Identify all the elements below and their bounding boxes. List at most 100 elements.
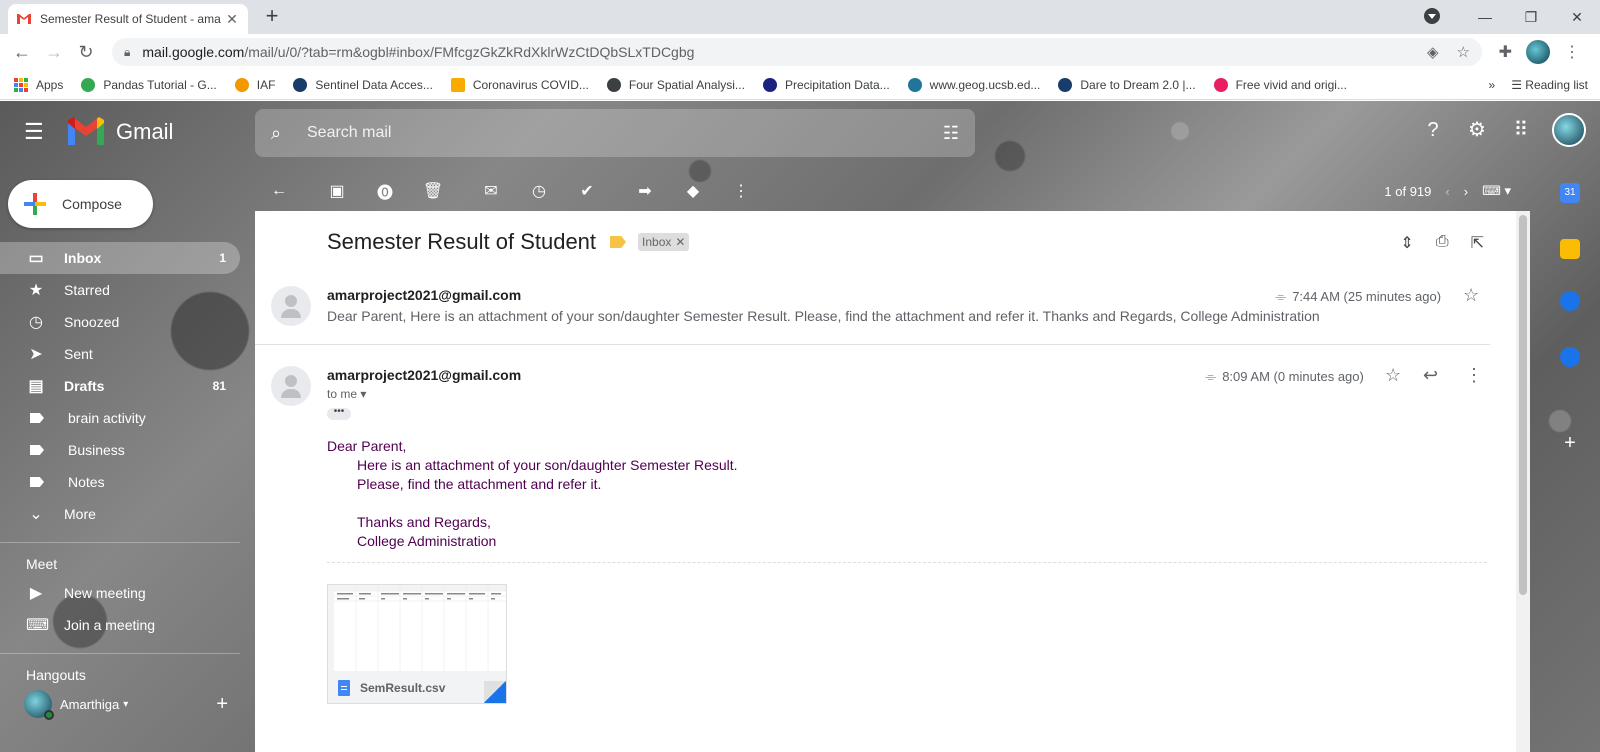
- new-meeting-link[interactable]: ▶ New meeting: [0, 577, 240, 609]
- bookmark-favicon-icon: [234, 77, 249, 92]
- attachment-card[interactable]: SemResult.csv: [327, 584, 507, 704]
- settings-gear-icon[interactable]: ⚙: [1464, 117, 1490, 143]
- minimize-button[interactable]: —: [1462, 9, 1508, 25]
- open-new-window-icon[interactable]: ⇱: [1471, 233, 1484, 253]
- browser-menu-icon[interactable]: ⋮: [1564, 42, 1580, 62]
- star-icon[interactable]: ☆: [1385, 365, 1401, 386]
- extensions-icon[interactable]: ✚: [1499, 42, 1512, 62]
- browser-tab[interactable]: Semester Result of Student - ama ✕: [8, 4, 248, 34]
- print-icon[interactable]: ⎙: [1436, 233, 1449, 253]
- back-icon[interactable]: ←: [10, 40, 34, 64]
- address-bar[interactable]: 🔒︎ mail.google.com/mail/u/0/?tab=rm&ogbl…: [112, 38, 1482, 66]
- show-trimmed-content-button[interactable]: •••: [327, 407, 351, 420]
- close-window-button[interactable]: ✕: [1554, 9, 1600, 26]
- reload-icon[interactable]: ↻: [74, 40, 98, 64]
- cv-icon: [1213, 77, 1228, 92]
- get-addons-icon[interactable]: +: [1560, 433, 1580, 453]
- profile-avatar[interactable]: [1526, 40, 1550, 64]
- back-to-inbox-icon[interactable]: ←: [255, 175, 303, 207]
- keep-icon[interactable]: [1560, 239, 1580, 259]
- bookmark-spatial[interactable]: Four Spatial Analysi...: [606, 77, 745, 92]
- join-meeting-link[interactable]: ⌨ Join a meeting: [0, 609, 240, 641]
- mark-unread-icon[interactable]: ✉: [467, 175, 515, 207]
- google-apps-icon[interactable]: ⠿: [1508, 117, 1534, 143]
- sidebar-item-sent[interactable]: ➤ Sent: [0, 338, 240, 370]
- add-task-icon[interactable]: ✔: [563, 175, 611, 207]
- sidebar-item-more[interactable]: ⌄ More: [0, 498, 240, 530]
- reply-icon[interactable]: ↩: [1423, 365, 1438, 386]
- calendar-icon[interactable]: 31: [1560, 183, 1580, 203]
- tasks-icon[interactable]: [1560, 291, 1580, 311]
- message-panel: Semester Result of Student Inbox ✕ ⇕ ⎙ ⇱ …: [255, 211, 1530, 752]
- sidebar-item-snoozed[interactable]: ◷ Snoozed: [0, 306, 240, 338]
- labels-icon[interactable]: ◆: [669, 175, 717, 207]
- compose-button[interactable]: Compose: [8, 180, 153, 228]
- more-options-icon[interactable]: ⋮: [717, 175, 765, 207]
- bookmark-star-icon[interactable]: ☆: [1457, 43, 1470, 61]
- bookmark-pandas[interactable]: Pandas Tutorial - G...: [81, 77, 217, 92]
- new-tab-button[interactable]: +: [260, 5, 284, 29]
- report-spam-icon[interactable]: ⓿: [361, 175, 409, 207]
- sidebar-item-label: Business: [68, 442, 125, 458]
- panel-scrollbar[interactable]: [1516, 211, 1530, 752]
- chevron-down-icon: ⌄: [29, 506, 43, 523]
- move-to-icon[interactable]: ➡: [621, 175, 669, 207]
- search-icon[interactable]: ⌕: [271, 123, 299, 144]
- reading-list[interactable]: ☰ Reading list: [1511, 78, 1588, 92]
- bookmark-free-vivid[interactable]: Free vivid and origi...: [1213, 77, 1347, 92]
- hangouts-user[interactable]: Amarthiga ▾ +: [0, 688, 240, 720]
- more-vert-icon[interactable]: ⋮: [1465, 365, 1483, 386]
- search-input[interactable]: [299, 124, 943, 142]
- bookmark-precipitation[interactable]: Precipitation Data...: [762, 77, 890, 92]
- sidebar-item-label: More: [64, 506, 96, 522]
- profile-menu-icon[interactable]: [1416, 7, 1462, 27]
- delete-icon[interactable]: 🗑︎: [409, 175, 457, 207]
- caret-down-icon[interactable]: ▾: [123, 699, 128, 710]
- input-tools-icon[interactable]: ⌨ ▾: [1482, 183, 1511, 199]
- contacts-icon[interactable]: [1560, 347, 1580, 367]
- add-chat-icon[interactable]: +: [216, 693, 228, 716]
- snooze-icon[interactable]: ◷: [515, 175, 563, 207]
- search-options-icon[interactable]: ☷: [943, 123, 959, 144]
- eye-icon[interactable]: ◈: [1427, 43, 1439, 61]
- forward-icon[interactable]: →: [42, 40, 66, 64]
- sender-email[interactable]: amarproject2021@gmail.com: [327, 367, 521, 383]
- main-menu-icon[interactable]: ☰: [24, 121, 48, 145]
- sidebar-item-notes[interactable]: Notes: [0, 466, 240, 498]
- remove-label-icon[interactable]: ✕: [675, 235, 685, 249]
- url-text: mail.google.com/mail/u/0/?tab=rm&ogbl#in…: [142, 44, 695, 60]
- sender-avatar: [271, 366, 311, 406]
- account-avatar[interactable]: [1552, 113, 1586, 147]
- help-icon[interactable]: ?: [1420, 117, 1446, 143]
- scrollbar-thumb[interactable]: [1519, 215, 1527, 595]
- sidebar-item-inbox[interactable]: ▭ Inbox 1: [0, 242, 240, 274]
- sidebar-item-drafts[interactable]: ▤ Drafts 81: [0, 370, 240, 402]
- recipients-toggle[interactable]: to me ▾: [327, 387, 366, 401]
- sidebar-item-business[interactable]: Business: [0, 434, 240, 466]
- lock-icon[interactable]: 🔒︎: [124, 45, 130, 60]
- expand-all-icon[interactable]: ⇕: [1400, 233, 1413, 253]
- gmail-logo[interactable]: Gmail: [66, 117, 173, 147]
- inbox-label-chip[interactable]: Inbox ✕: [638, 233, 690, 251]
- bookmark-iaf[interactable]: IAF: [234, 77, 275, 92]
- attachment-clip-icon: ⌯: [1205, 368, 1217, 384]
- label-icon: [30, 477, 44, 487]
- bookmark-covid[interactable]: Coronavirus COVID...: [450, 77, 589, 92]
- newer-icon[interactable]: ‹: [1445, 184, 1449, 199]
- restore-button[interactable]: ❐: [1508, 9, 1554, 26]
- more-bookmarks-icon[interactable]: »: [1489, 78, 1496, 92]
- tab-close-icon[interactable]: ✕: [224, 11, 240, 28]
- thread-subject: Semester Result of Student: [327, 229, 597, 254]
- bookmark-apps[interactable]: Apps: [14, 77, 63, 92]
- divider: [0, 542, 240, 543]
- bookmark-sentinel[interactable]: Sentinel Data Acces...: [293, 77, 433, 92]
- bookmark-ucsb[interactable]: www.geog.ucsb.ed...: [907, 77, 1040, 92]
- archive-icon[interactable]: ▣: [313, 175, 361, 207]
- sidebar-item-brain-activity[interactable]: brain activity: [0, 402, 240, 434]
- star-icon[interactable]: ☆: [1463, 285, 1479, 306]
- importance-marker-icon[interactable]: [610, 236, 627, 248]
- bookmark-dare-to-dream[interactable]: Dare to Dream 2.0 |...: [1058, 77, 1196, 92]
- sidebar-item-starred[interactable]: ★ Starred: [0, 274, 240, 306]
- older-icon[interactable]: ›: [1464, 184, 1468, 199]
- body-line: Thanks and Regards,: [357, 514, 491, 530]
